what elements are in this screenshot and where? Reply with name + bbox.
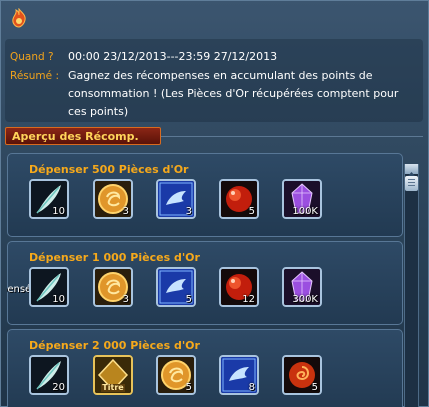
reward-qty: 3 bbox=[185, 206, 192, 217]
reward-qty: 10 bbox=[52, 294, 65, 305]
reward-wing-scroll[interactable]: 5 bbox=[156, 267, 196, 307]
reward-gold-coin[interactable]: 3 bbox=[93, 179, 133, 219]
event-info-panel: Quand ? 00:00 23/12/2013---23:59 27/12/2… bbox=[5, 39, 423, 122]
reward-title-badge[interactable]: Titre bbox=[93, 355, 133, 395]
reward-qty: 5 bbox=[185, 382, 192, 393]
reward-purple-crystal[interactable]: 300K bbox=[282, 267, 322, 307]
reward-gold-coin[interactable]: 5 bbox=[156, 355, 196, 395]
reward-tier-1000: Dépenser 1 000 Pièces d'Or pensé 10 3 bbox=[7, 241, 403, 325]
overflow-tooltip-text: pensé bbox=[7, 284, 32, 295]
scroll-up-arrow-icon[interactable] bbox=[405, 164, 418, 176]
section-divider bbox=[161, 136, 423, 137]
reward-qty: 12 bbox=[242, 294, 255, 305]
reward-purple-crystal[interactable]: 100K bbox=[282, 179, 322, 219]
flame-emblem-icon bbox=[12, 8, 26, 28]
reward-red-orb[interactable]: 5 bbox=[219, 179, 259, 219]
reward-qty: 5 bbox=[248, 206, 255, 217]
reward-overview-tab: Aperçu des Récomp. bbox=[5, 127, 161, 145]
reward-red-orb[interactable]: 12 bbox=[219, 267, 259, 307]
quand-value: 00:00 23/12/2013---23:59 27/12/2013 bbox=[68, 50, 278, 63]
tier-title: Dépenser 500 Pièces d'Or bbox=[29, 163, 189, 176]
resume-label: Résumé bbox=[10, 70, 53, 82]
resume-line-3: ces points) bbox=[68, 105, 129, 118]
tier-title: Dépenser 1 000 Pièces d'Or bbox=[29, 251, 200, 264]
reward-qty: 300K bbox=[292, 294, 318, 305]
tier-title: Dépenser 2 000 Pièces d'Or bbox=[29, 339, 200, 352]
reward-feather[interactable]: 10 bbox=[29, 179, 69, 219]
reward-feather[interactable]: 20 bbox=[29, 355, 69, 395]
reward-wing-scroll[interactable]: 3 bbox=[156, 179, 196, 219]
reward-qty: 5 bbox=[311, 382, 318, 393]
reward-wing-scroll[interactable]: 8 bbox=[219, 355, 259, 395]
reward-qty: 3 bbox=[122, 294, 129, 305]
resume-line-2: consommation ! (Les Pièces d'Or récupéré… bbox=[68, 87, 399, 100]
reward-qty: 3 bbox=[122, 206, 129, 217]
resume-line-1: Gagnez des récompenses en accumulant des… bbox=[68, 69, 373, 82]
quand-label: Quand ? bbox=[10, 51, 54, 63]
reward-qty: 100K bbox=[292, 206, 318, 217]
reward-feather[interactable]: 10 bbox=[29, 267, 69, 307]
grip-lines-icon bbox=[408, 179, 415, 188]
reward-qty: 20 bbox=[52, 382, 65, 393]
reward-gold-coin[interactable]: 3 bbox=[93, 267, 133, 307]
title-badge-text: Titre bbox=[102, 383, 124, 392]
reward-qty: 8 bbox=[248, 382, 255, 393]
reward-qty: 10 bbox=[52, 206, 65, 217]
reward-list-scrollbar[interactable] bbox=[404, 164, 419, 407]
scroll-thumb[interactable] bbox=[405, 176, 418, 191]
reward-qty: 5 bbox=[185, 294, 192, 305]
reward-tier-2000: Dépenser 2 000 Pièces d'Or 20 Titre 5 8 … bbox=[7, 329, 403, 407]
reward-red-swirl-orb[interactable]: 5 bbox=[282, 355, 322, 395]
reward-tier-500: Dépenser 500 Pièces d'Or 10 3 3 5 100K bbox=[7, 153, 403, 237]
reward-tier-list: Dépenser 500 Pièces d'Or 10 3 3 5 100K D… bbox=[7, 153, 403, 407]
